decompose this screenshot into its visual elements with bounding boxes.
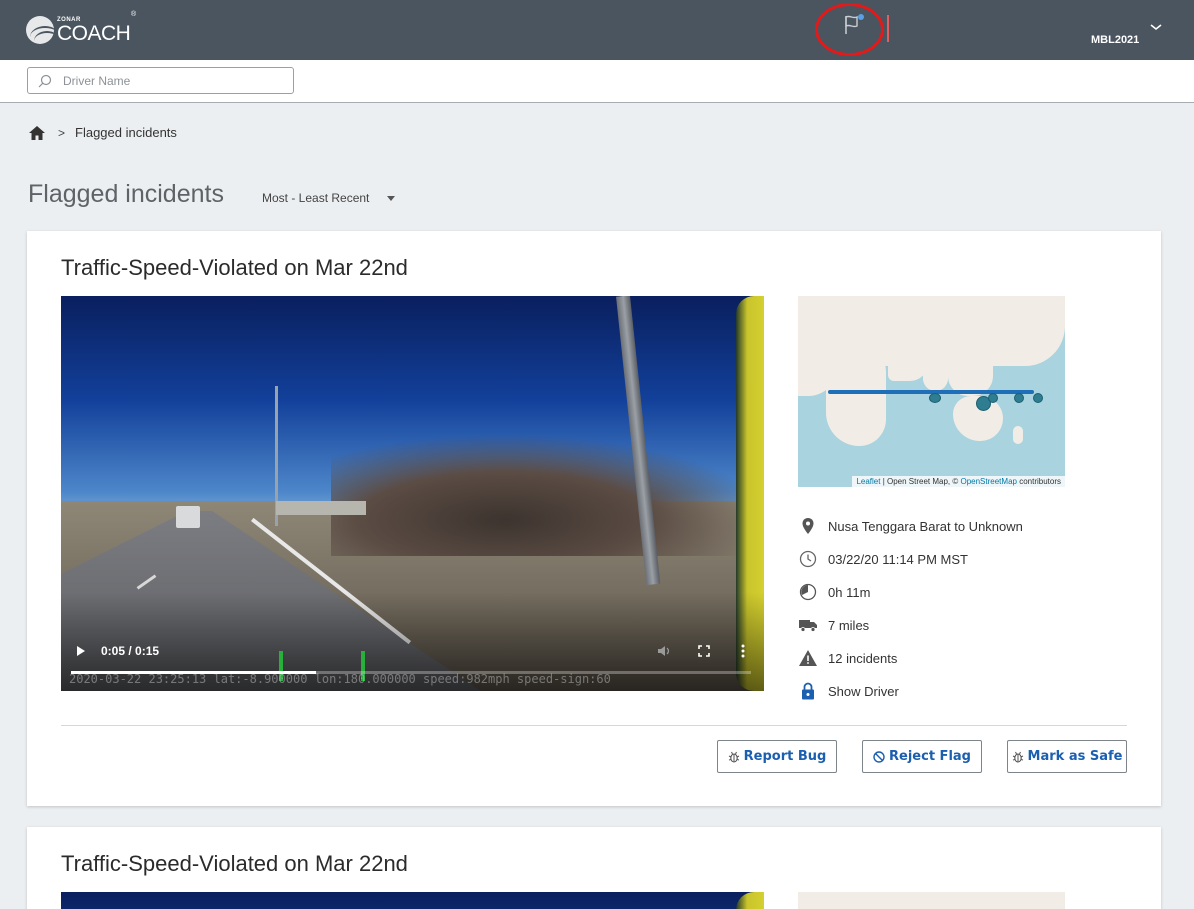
incident-marker[interactable] — [1014, 393, 1024, 403]
caret-down-icon — [387, 195, 396, 201]
home-icon[interactable] — [28, 124, 46, 141]
mark-as-safe-label: Mark as Safe — [1027, 749, 1123, 764]
detail-distance: 7 miles — [798, 615, 869, 635]
bug-icon — [1012, 751, 1023, 763]
driver-search-box[interactable] — [27, 67, 294, 94]
duration-icon — [799, 583, 817, 601]
video-progress-fill — [71, 671, 316, 674]
page-title: Flagged incidents — [28, 180, 224, 208]
incident-title: Traffic-Speed-Violated on Mar 22nd — [61, 851, 408, 876]
reject-flag-button[interactable]: Reject Flag — [862, 740, 982, 773]
video-progress-bar[interactable] — [71, 671, 751, 674]
map-land-new-zealand — [1013, 426, 1023, 444]
zonar-logo-icon — [26, 16, 54, 44]
detail-incidents: 12 incidents — [798, 648, 897, 668]
breadcrumb: > Flagged incidents — [28, 124, 177, 141]
logo-big-text: COACH — [57, 21, 131, 45]
incident-marker[interactable] — [988, 393, 998, 403]
show-driver-link[interactable]: Show Driver — [828, 684, 899, 699]
sort-dropdown-label: Most - Least Recent — [262, 191, 370, 205]
fullscreen-icon[interactable] — [698, 645, 710, 657]
map-land-africa — [826, 351, 886, 446]
incident-video-player[interactable] — [61, 892, 764, 909]
more-options-icon[interactable] — [741, 644, 745, 658]
detail-duration-text: 0h 11m — [828, 584, 871, 600]
leaflet-link[interactable]: Leaflet — [856, 477, 880, 486]
detail-datetime-text: 03/22/20 11:14 PM MST — [828, 551, 968, 567]
lock-icon — [802, 682, 814, 700]
logo-registered-mark: ® — [131, 11, 137, 18]
detail-location: Nusa Tenggara Barat to Unknown — [798, 516, 1023, 536]
openstreetmap-link[interactable]: OpenStreetMap — [960, 477, 1016, 486]
incident-card: Traffic-Speed-Violated on Mar 22nd — [27, 827, 1161, 909]
clock-icon — [799, 550, 817, 568]
video-vignette — [61, 296, 764, 691]
logo-text: ZONAR COACH — [57, 17, 131, 45]
incident-marker[interactable] — [1033, 393, 1043, 403]
incident-title: Traffic-Speed-Violated on Mar 22nd — [61, 255, 408, 280]
location-pin-icon — [802, 518, 814, 534]
incident-card: Traffic-Speed-Violated on Mar 22nd 2020-… — [27, 231, 1161, 806]
volume-icon[interactable] — [657, 645, 671, 657]
video-frame-mirror-edge — [736, 892, 764, 909]
zonar-coach-logo[interactable]: ZONAR COACH — [26, 14, 131, 46]
card-divider — [61, 725, 1127, 726]
detail-distance-text: 7 miles — [828, 617, 870, 633]
sort-dropdown[interactable]: Most - Least Recent — [262, 191, 396, 205]
map-attribution-suffix: contributors — [1016, 477, 1061, 486]
route-map[interactable] — [798, 892, 1065, 909]
map-attribution-text: | Open Street Map, © — [880, 477, 961, 486]
search-bar-row — [0, 60, 1194, 103]
reject-flag-label: Reject Flag — [889, 749, 971, 764]
incident-marker[interactable] — [929, 393, 941, 403]
bug-icon — [728, 751, 739, 763]
top-bar: ZONAR COACH ® MBL2021 — [0, 0, 1194, 60]
driver-name-input[interactable] — [63, 71, 283, 90]
report-bug-label: Report Bug — [743, 749, 827, 764]
map-attribution: Leaflet | Open Street Map, © OpenStreetM… — [852, 476, 1065, 487]
detail-datetime: 03/22/20 11:14 PM MST — [798, 549, 968, 569]
search-icon — [38, 74, 52, 88]
video-controls: 0:05 / 0:15 — [61, 636, 764, 676]
incident-video-player[interactable]: 2020-03-22 23:25:13 lat:-8.900000 lon:18… — [61, 296, 764, 691]
breadcrumb-separator: > — [58, 125, 66, 140]
detail-driver[interactable]: Show Driver — [798, 681, 899, 701]
play-icon[interactable] — [77, 646, 85, 656]
highlight-ring — [815, 3, 884, 56]
chevron-down-icon[interactable] — [1149, 20, 1163, 32]
detail-location-text: Nusa Tenggara Barat to Unknown — [828, 518, 1023, 534]
user-account-label[interactable]: MBL2021 — [1091, 34, 1139, 46]
video-time: 0:05 / 0:15 — [101, 644, 160, 658]
route-map[interactable]: Leaflet | Open Street Map, © OpenStreetM… — [798, 296, 1065, 487]
warning-icon — [799, 650, 817, 666]
map-land-eurasia — [798, 892, 1065, 909]
truck-icon — [799, 620, 817, 632]
detail-duration: 0h 11m — [798, 582, 870, 602]
block-icon — [873, 750, 885, 763]
header-divider — [887, 15, 889, 42]
mark-as-safe-button[interactable]: Mark as Safe — [1007, 740, 1127, 773]
map-land-arabia — [888, 351, 928, 381]
detail-incidents-text: 12 incidents — [828, 650, 898, 666]
map-land-india — [923, 356, 948, 391]
report-bug-button[interactable]: Report Bug — [717, 740, 837, 773]
breadcrumb-current: Flagged incidents — [75, 125, 177, 140]
